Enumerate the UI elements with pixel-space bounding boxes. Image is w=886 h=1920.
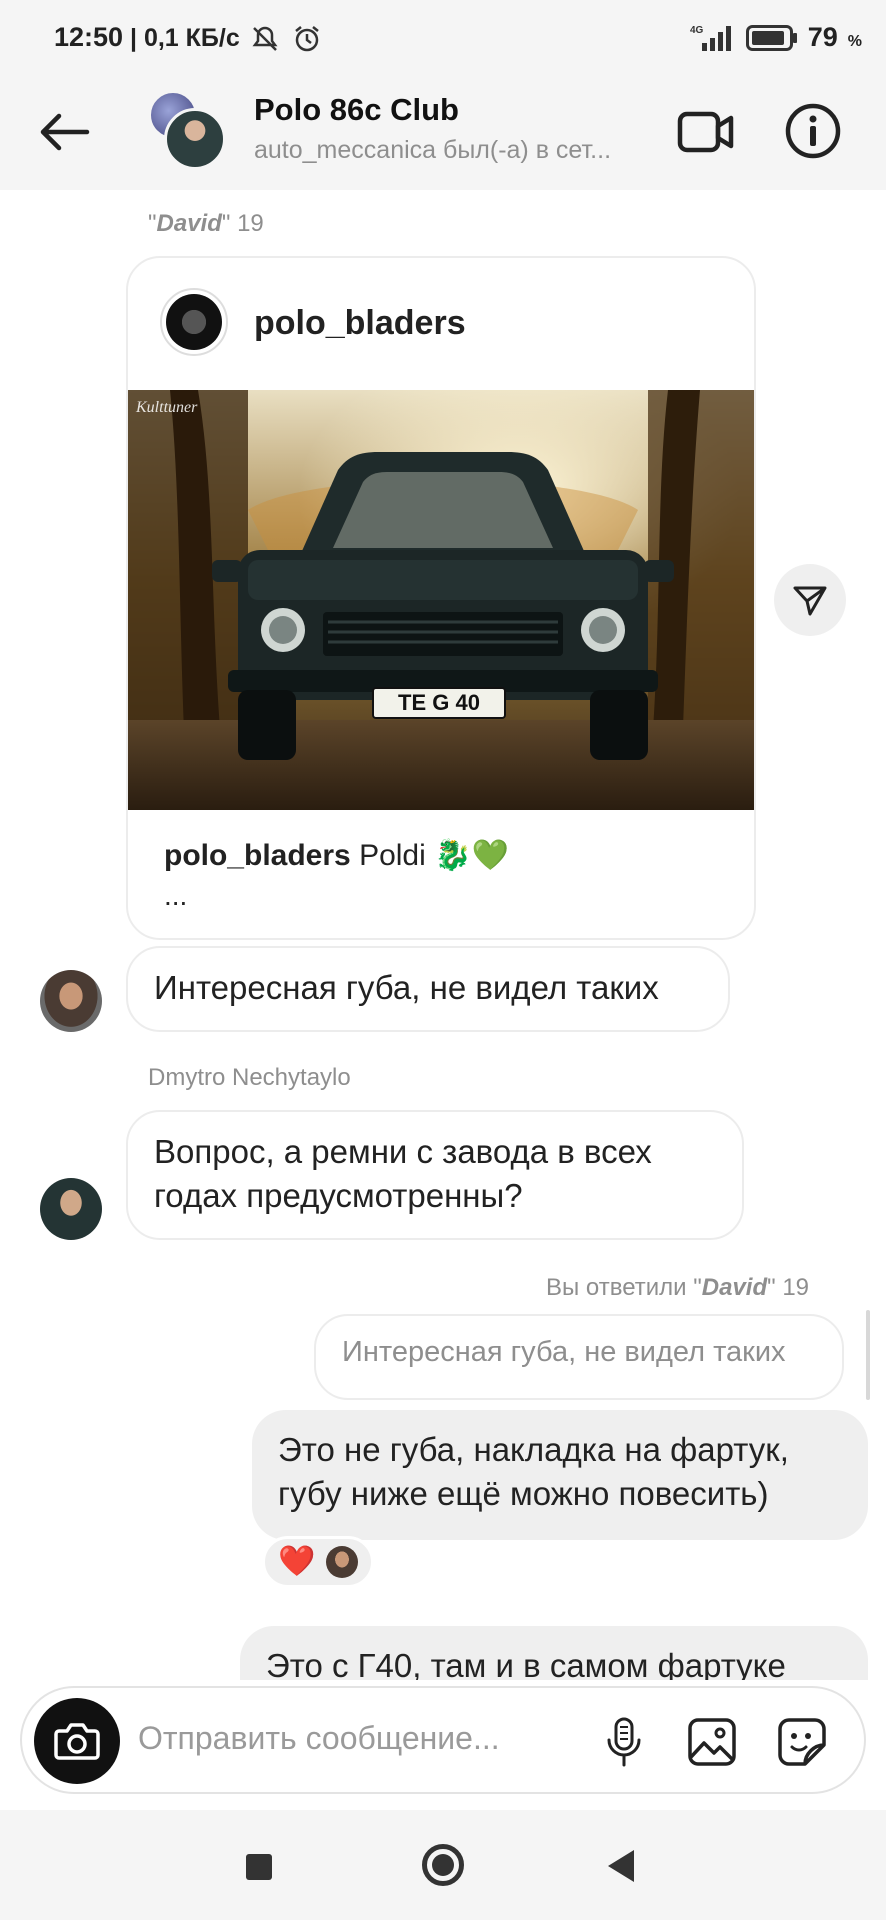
home-button[interactable] bbox=[422, 1844, 464, 1886]
svg-text:Kulttuner: Kulttuner bbox=[135, 399, 198, 416]
license-plate: TE G 40 bbox=[398, 690, 480, 715]
post-more[interactable]: ... bbox=[164, 880, 187, 912]
shared-post-card[interactable]: polo_bladers TE G 40 Kulttuner polo_blad… bbox=[126, 256, 756, 940]
post-avatar[interactable] bbox=[160, 288, 228, 356]
share-icon bbox=[793, 586, 827, 616]
avatar[interactable] bbox=[40, 970, 102, 1032]
system-navigation-bar bbox=[0, 1810, 886, 1920]
status-time: 12:50 bbox=[54, 22, 124, 52]
system-back-button[interactable] bbox=[608, 1850, 634, 1882]
camera-icon bbox=[54, 1723, 100, 1760]
network-speed: | 0,1 КБ/с bbox=[130, 24, 240, 52]
recents-button[interactable] bbox=[246, 1854, 272, 1880]
voice-button[interactable] bbox=[596, 1714, 652, 1770]
message-bubble[interactable]: Интересная губа, не видел таких bbox=[126, 946, 730, 1032]
status-right: 4G 79 % bbox=[686, 22, 862, 53]
status-bar: 12:50 | 0,1 КБ/с 4G 79 % bbox=[0, 0, 886, 78]
post-header: polo_bladers bbox=[128, 258, 754, 390]
reply-meta: Вы ответили "David" 19 bbox=[546, 1274, 810, 1301]
share-button[interactable] bbox=[774, 564, 846, 636]
message-composer: Отправить сообщение... bbox=[20, 1686, 866, 1794]
back-button[interactable] bbox=[34, 102, 94, 162]
chat-header: Polo 86c Club auto_meccanica был(-а) в с… bbox=[0, 78, 886, 190]
reactions[interactable]: ❤️ bbox=[262, 1536, 374, 1588]
back-arrow-icon bbox=[40, 113, 90, 151]
info-button[interactable] bbox=[780, 98, 846, 164]
avatar bbox=[325, 1546, 358, 1578]
battery-unit: % bbox=[847, 32, 862, 50]
sticker-icon bbox=[778, 1718, 826, 1766]
group-avatar[interactable] bbox=[148, 90, 228, 170]
post-reply-meta: "David" 19 bbox=[148, 210, 264, 237]
post-username[interactable]: polo_bladers bbox=[254, 304, 466, 343]
mute-icon bbox=[252, 26, 278, 51]
post-image[interactable]: TE G 40 Kulttuner bbox=[128, 390, 754, 810]
status-icons bbox=[250, 24, 322, 54]
avatar[interactable] bbox=[40, 1178, 102, 1240]
gallery-icon bbox=[688, 1718, 736, 1766]
message-bubble[interactable]: Вопрос, а ремни с завода в всех годах пр… bbox=[126, 1110, 744, 1240]
microphone-icon bbox=[607, 1717, 641, 1767]
battery-icon bbox=[745, 24, 797, 51]
sticker-button[interactable] bbox=[774, 1714, 830, 1770]
alarm-icon bbox=[295, 26, 319, 52]
message-bubble-outgoing[interactable]: Это не губа, накладка на фартук, губу ни… bbox=[252, 1410, 868, 1540]
avatar bbox=[164, 108, 226, 170]
camera-button[interactable] bbox=[34, 1698, 120, 1784]
battery-level: 79 bbox=[807, 22, 838, 52]
sender-name: Dmytro Nechytaylo bbox=[148, 1064, 351, 1091]
info-icon bbox=[785, 103, 841, 159]
svg-text:4G: 4G bbox=[690, 25, 704, 36]
signal-icon: 4G bbox=[690, 25, 731, 51]
quoted-message[interactable]: Интересная губа, не видел таких bbox=[314, 1314, 844, 1400]
heart-reaction: ❤️ bbox=[278, 1545, 316, 1578]
chat-status: auto_meccanica был(-а) в сет... bbox=[254, 136, 612, 164]
chat-title[interactable]: Polo 86c Club bbox=[254, 92, 459, 128]
video-call-icon bbox=[677, 111, 734, 153]
message-input[interactable]: Отправить сообщение... bbox=[138, 1720, 500, 1757]
gallery-button[interactable] bbox=[684, 1714, 740, 1770]
scrollbar[interactable] bbox=[866, 1310, 870, 1400]
post-caption: polo_bladers Poldi 🐉💚 bbox=[164, 839, 509, 872]
video-call-button[interactable] bbox=[674, 100, 738, 164]
car-photo: TE G 40 Kulttuner bbox=[128, 390, 754, 810]
